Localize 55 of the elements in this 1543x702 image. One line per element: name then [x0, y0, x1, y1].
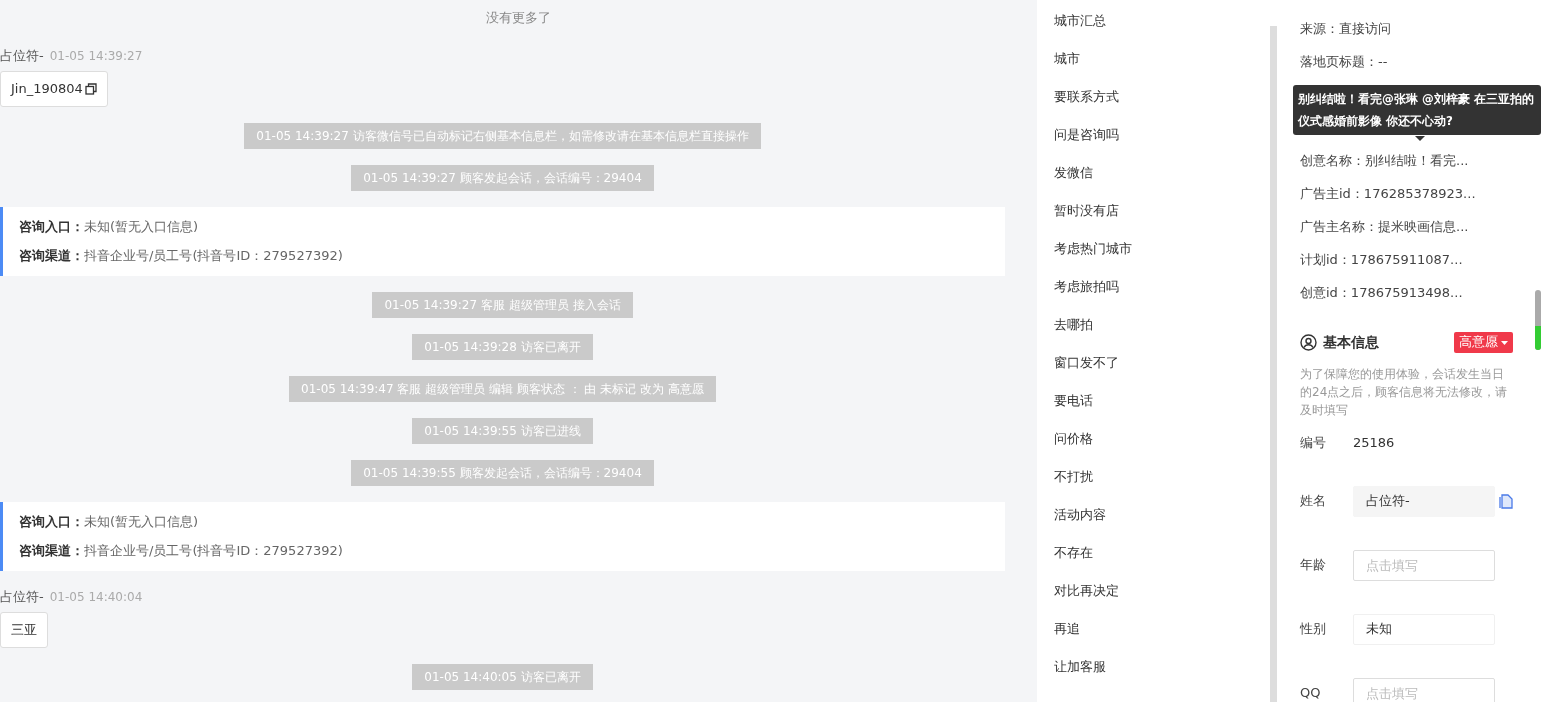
input-field[interactable]: 占位符- — [1353, 485, 1495, 517]
section-title: 基本信息 — [1323, 333, 1379, 352]
tooltip-arrow — [1415, 136, 1425, 141]
visitor-name: 占位符- — [0, 47, 44, 63]
user-circle-icon — [1300, 334, 1317, 351]
info-row-text: 计划id：178675911087... — [1300, 251, 1464, 269]
field-label: 姓名 — [1300, 492, 1327, 511]
no-more-note: 没有更多了 — [485, 9, 552, 27]
info-row-text: 创意id：178675913498... — [1300, 284, 1464, 302]
caret-icon — [1501, 340, 1508, 345]
info-row-text: 创意名称：别纠结啦！看完... — [1300, 152, 1470, 170]
quick-reply-item[interactable]: 暂时没有店 — [1054, 201, 1270, 220]
quick-reply-item[interactable]: 让加客服 — [1054, 657, 1270, 676]
quick-reply-item[interactable]: 城市汇总 — [1054, 11, 1270, 30]
field-label: 编号 — [1300, 434, 1327, 453]
message-bubble: Jin_190804 — [0, 71, 108, 107]
quick-reply-item[interactable]: 考虑热门城市 — [1054, 239, 1270, 258]
info-line: 咨询入口：未知(暂无入口信息) — [19, 217, 200, 236]
info-line: 咨询渠道：抖音企业号/员工号(抖音号ID：279527392) — [19, 542, 344, 560]
quick-reply-item[interactable]: 发微信 — [1054, 163, 1270, 182]
info-row-text: 广告主名称：提米映画信息... — [1300, 218, 1470, 236]
quick-reply-item[interactable]: 不打扰 — [1054, 467, 1270, 486]
message-time: 01-05 14:39:27 — [49, 48, 143, 63]
tooltip: 别纠结啦！看完@张琳 @刘梓豪 在三亚拍的仪式感婚前影像 你还不心动? — [1293, 85, 1541, 135]
info-row-text: 广告主id：176285378923... — [1300, 185, 1477, 203]
quick-reply-item[interactable]: 去哪拍 — [1054, 315, 1270, 334]
quick-reply-item[interactable]: 要联系方式 — [1054, 87, 1270, 106]
field-label: 性别 — [1300, 620, 1327, 639]
quick-reply-item[interactable]: 要电话 — [1054, 391, 1270, 410]
message-bubble: 三亚 — [0, 612, 48, 648]
section-note: 为了保障您的使用体验，会话发生当日的24点之后，顾客信息将无法修改，请及时填写 — [1300, 366, 1509, 419]
quick-reply-item[interactable]: 窗口发不了 — [1054, 353, 1270, 372]
quick-reply-item[interactable]: 活动内容 — [1054, 505, 1270, 524]
quick-reply-item[interactable]: 城市 — [1054, 49, 1270, 68]
info-row-text: 落地页标题：-- — [1300, 53, 1389, 71]
info-line: 咨询渠道：抖音企业号/员工号(抖音号ID：279527392) — [19, 247, 344, 265]
quick-reply-item[interactable]: 对比再决定 — [1054, 581, 1270, 600]
input-field[interactable]: 点击填写 — [1353, 677, 1495, 702]
quick-reply-item[interactable]: 考虑旅拍吗 — [1054, 277, 1270, 296]
info-row-text: 来源：直接访问 — [1300, 20, 1392, 38]
quick-reply-item[interactable]: 不存在 — [1054, 543, 1270, 562]
select-field[interactable]: 未知 — [1353, 613, 1495, 645]
message-time: 01-05 14:40:04 — [49, 589, 143, 604]
visitor-name: 占位符- — [0, 588, 44, 604]
field-label: QQ — [1300, 684, 1322, 702]
quick-reply-item[interactable]: 再追 — [1054, 619, 1270, 638]
copy-icon[interactable] — [84, 82, 97, 95]
status-dropdown[interactable]: 高意愿 — [1454, 332, 1513, 353]
input-field[interactable]: 点击填写 — [1353, 549, 1495, 581]
info-line: 咨询入口：未知(暂无入口信息) — [19, 512, 200, 531]
scrollbar-thumb[interactable] — [1535, 290, 1541, 350]
quick-reply-item[interactable]: 问是咨询吗 — [1054, 125, 1270, 144]
field-label: 年龄 — [1300, 556, 1327, 575]
quick-reply-item[interactable]: 问价格 — [1054, 429, 1270, 448]
field-value: 25186 — [1353, 434, 1395, 453]
